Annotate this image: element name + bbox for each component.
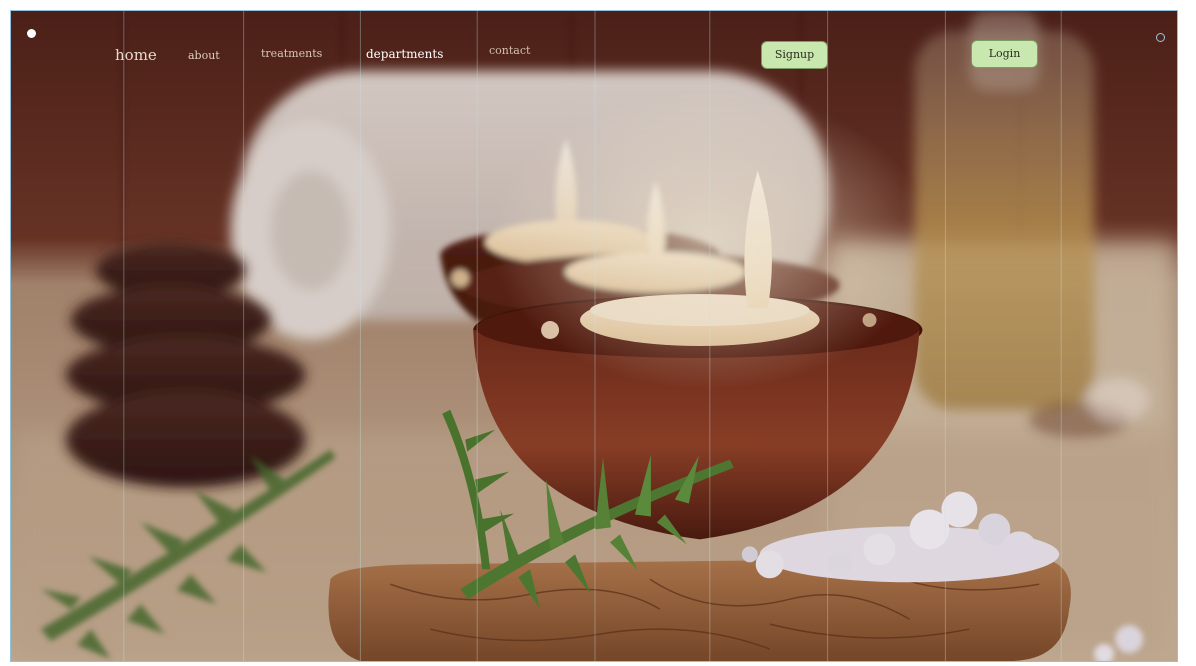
nav-link-home[interactable]: home (115, 46, 157, 64)
login-button[interactable]: Login (971, 40, 1038, 68)
nav-link-contact[interactable]: contact (489, 44, 530, 57)
nav-link-about[interactable]: about (188, 49, 220, 62)
nav-link-departments[interactable]: departments (366, 47, 443, 61)
resize-handle-top-left[interactable] (27, 29, 36, 38)
hero-background-image (11, 11, 1177, 661)
nav-link-treatments[interactable]: treatments (261, 47, 322, 60)
signup-button[interactable]: Signup (761, 41, 828, 69)
page-frame: home about treatments departments contac… (10, 10, 1178, 662)
